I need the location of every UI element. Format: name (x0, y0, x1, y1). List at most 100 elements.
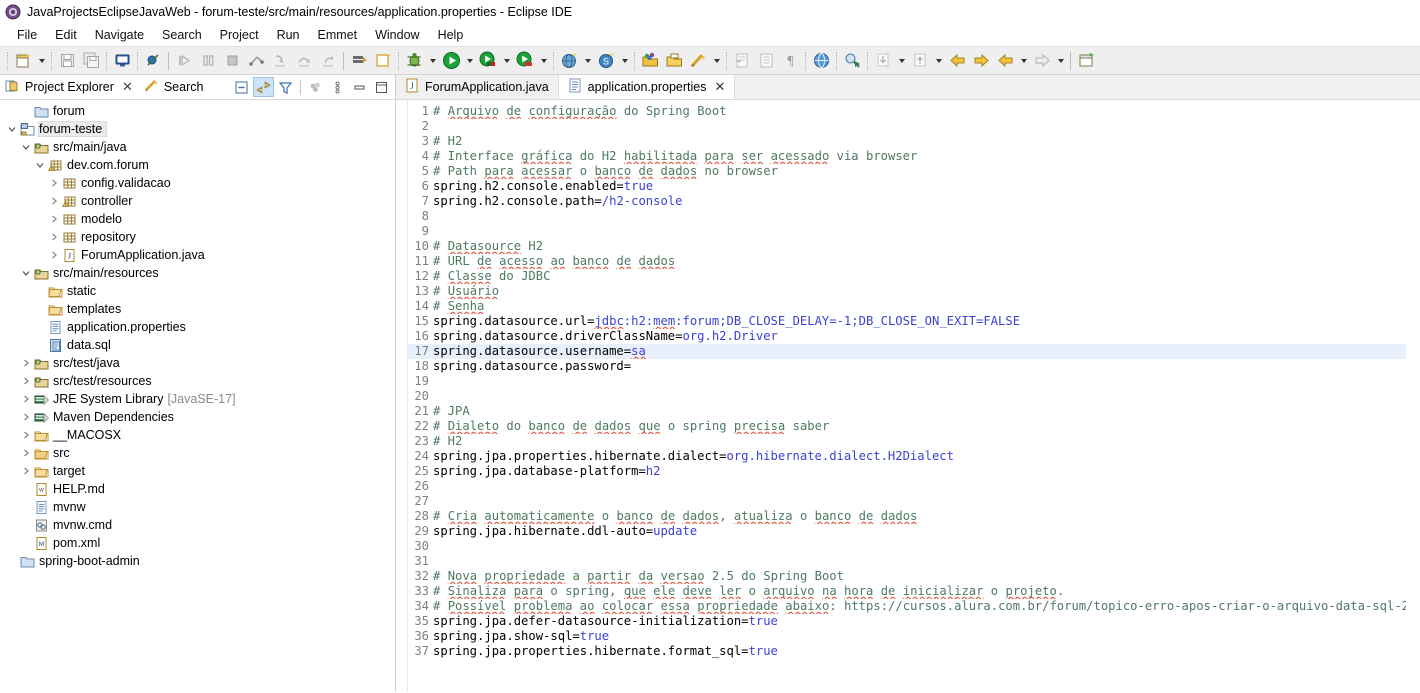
back-dropdown-icon[interactable] (1017, 49, 1030, 73)
editor-tab-application-properties[interactable]: application.properties ✕ (558, 75, 736, 99)
overview-ruler[interactable] (1406, 100, 1420, 692)
tree-item[interactable]: Maven Dependencies (0, 408, 395, 426)
chevron-right-icon[interactable] (18, 466, 33, 476)
code-line-text[interactable]: spring.jpa.properties.hibernate.dialect=… (433, 449, 1420, 464)
code-line[interactable]: 17 spring.datasource.username=sa (408, 344, 1420, 359)
minimize-icon[interactable] (349, 77, 370, 97)
tree-item[interactable]: Ssrc/test/java (0, 354, 395, 372)
code-line-text[interactable]: spring.datasource.username=sa (433, 344, 1420, 359)
code-line-text[interactable]: spring.datasource.url=jdbc:h2:mem:forum;… (433, 314, 1420, 329)
code-line[interactable]: 26 (408, 479, 1420, 494)
debug-dropdown-icon[interactable] (426, 49, 439, 73)
pilcrow-icon[interactable]: ¶ (778, 49, 802, 73)
code-line[interactable]: 5 # Path para acessar o banco de dados no… (408, 164, 1420, 179)
code-line-text[interactable]: # Sinaliza para o spring, que ele deve l… (433, 584, 1420, 599)
terminate-icon[interactable] (220, 49, 244, 73)
code-line[interactable]: 4 # Interface gráfica do H2 habilitada pa… (408, 149, 1420, 164)
search-type-icon[interactable] (840, 49, 864, 73)
forward-icon[interactable] (1030, 49, 1054, 73)
code-editor[interactable]: 1 # Arquivo de configuração do Spring Boo… (396, 100, 1420, 692)
code-line[interactable]: 1 # Arquivo de configuração do Spring Boo… (408, 104, 1420, 119)
code-line[interactable]: 33 # Sinaliza para o spring, que ele deve… (408, 584, 1420, 599)
skip-breakpoints-icon[interactable] (141, 49, 165, 73)
tree-item[interactable]: target (0, 462, 395, 480)
menu-window[interactable]: Window (366, 26, 428, 44)
tree-item[interactable]: config.validacao (0, 174, 395, 192)
link-with-editor-icon[interactable] (253, 77, 274, 97)
search-pencil-dropdown-icon[interactable] (710, 49, 723, 73)
code-line-text[interactable]: spring.jpa.database-platform=h2 (433, 464, 1420, 479)
code-line[interactable]: 7 spring.h2.console.path=/h2-console (408, 194, 1420, 209)
code-line[interactable]: 37 spring.jpa.properties.hibernate.format… (408, 644, 1420, 659)
code-line[interactable]: 9 (408, 224, 1420, 239)
chevron-right-icon[interactable] (46, 232, 61, 242)
code-line-text[interactable]: # Classe do JDBC (433, 269, 1420, 284)
code-line[interactable]: 23 # H2 (408, 434, 1420, 449)
code-line[interactable]: 8 (408, 209, 1420, 224)
search-pencil-icon[interactable] (686, 49, 710, 73)
new-java-project-icon[interactable] (347, 49, 371, 73)
chevron-right-icon[interactable] (46, 214, 61, 224)
code-line[interactable]: 6 spring.h2.console.enabled=true (408, 179, 1420, 194)
code-line-text[interactable]: spring.jpa.defer-datasource-initializati… (433, 614, 1420, 629)
collapse-all-icon[interactable] (231, 77, 252, 97)
code-line-text[interactable]: spring.datasource.password= (433, 359, 1420, 374)
code-line[interactable]: 29 spring.jpa.hibernate.ddl-auto=update (408, 524, 1420, 539)
forward-dropdown-icon[interactable] (1054, 49, 1067, 73)
code-line[interactable]: 27 (408, 494, 1420, 509)
tab-search[interactable]: Search (139, 75, 210, 99)
editor-tab-forumapplication[interactable]: J ForumApplication.java (396, 75, 559, 99)
tree-item[interactable]: w HELP.md (0, 480, 395, 498)
code-line-text[interactable]: # Path para acessar o banco de dados no … (433, 164, 1420, 179)
new-web-project-dropdown-icon[interactable] (581, 49, 594, 73)
console-icon[interactable] (110, 49, 134, 73)
menu-help[interactable]: Help (429, 26, 473, 44)
open-type-icon[interactable] (638, 49, 662, 73)
code-line-text[interactable]: # Interface gráfica do H2 habilitada par… (433, 149, 1420, 164)
close-icon[interactable]: ✕ (715, 80, 726, 93)
save-all-icon[interactable] (79, 49, 103, 73)
code-line-text[interactable]: # Arquivo de configuração do Spring Boot (433, 104, 1420, 119)
tree-item[interactable]: modelo (0, 210, 395, 228)
next-annotation-dropdown-icon[interactable] (895, 49, 908, 73)
code-line[interactable]: 31 (408, 554, 1420, 569)
chevron-down-icon[interactable] (18, 268, 33, 278)
new-web-project-icon[interactable] (557, 49, 581, 73)
menu-search[interactable]: Search (153, 26, 211, 44)
tree-item[interactable]: J ForumApplication.java (0, 246, 395, 264)
code-line[interactable]: 11 # URL de acesso ao banco de dados (408, 254, 1420, 269)
chevron-right-icon[interactable] (18, 376, 33, 386)
code-line[interactable]: 12 # Classe do JDBC (408, 269, 1420, 284)
view-menu-icon[interactable] (327, 77, 348, 97)
tree-item[interactable]: mvnw.cmd (0, 516, 395, 534)
code-line[interactable]: 22 # Dialeto do banco de dados que o spri… (408, 419, 1420, 434)
tab-project-explorer[interactable]: Project Explorer ✕ (0, 75, 139, 99)
new-spring-icon[interactable]: S (594, 49, 618, 73)
code-line-text[interactable]: spring.jpa.hibernate.ddl-auto=update (433, 524, 1420, 539)
menu-edit[interactable]: Edit (46, 26, 86, 44)
code-line[interactable]: 3 # H2 (408, 134, 1420, 149)
code-line-text[interactable]: # Nova propriedade a partir da versao 2.… (433, 569, 1420, 584)
chevron-right-icon[interactable] (18, 448, 33, 458)
chevron-down-icon[interactable] (4, 124, 19, 134)
step-over-icon[interactable] (292, 49, 316, 73)
code-line-text[interactable]: # Senha (433, 299, 1420, 314)
project-tree[interactable]: forum MJ forum-teste Ssrc/main/java! dev.com… (0, 100, 395, 692)
chevron-right-icon[interactable] (18, 394, 33, 404)
chevron-right-icon[interactable] (18, 412, 33, 422)
tree-item[interactable]: mvnw (0, 498, 395, 516)
chevron-right-icon[interactable] (46, 250, 61, 260)
toggle-block-icon[interactable] (754, 49, 778, 73)
code-line-text[interactable]: spring.datasource.driverClassName=org.h2… (433, 329, 1420, 344)
menu-run[interactable]: Run (268, 26, 309, 44)
save-icon[interactable] (55, 49, 79, 73)
tree-item[interactable]: static (0, 282, 395, 300)
tree-item[interactable]: src (0, 444, 395, 462)
code-line[interactable]: 24 spring.jpa.properties.hibernate.dialec… (408, 449, 1420, 464)
code-line[interactable]: 36 spring.jpa.show-sql=true (408, 629, 1420, 644)
chevron-right-icon[interactable] (18, 358, 33, 368)
tree-item[interactable]: Ssrc/main/java (0, 138, 395, 156)
code-line-text[interactable]: spring.h2.console.enabled=true (433, 179, 1420, 194)
menu-project[interactable]: Project (211, 26, 268, 44)
open-browser-icon[interactable] (809, 49, 833, 73)
